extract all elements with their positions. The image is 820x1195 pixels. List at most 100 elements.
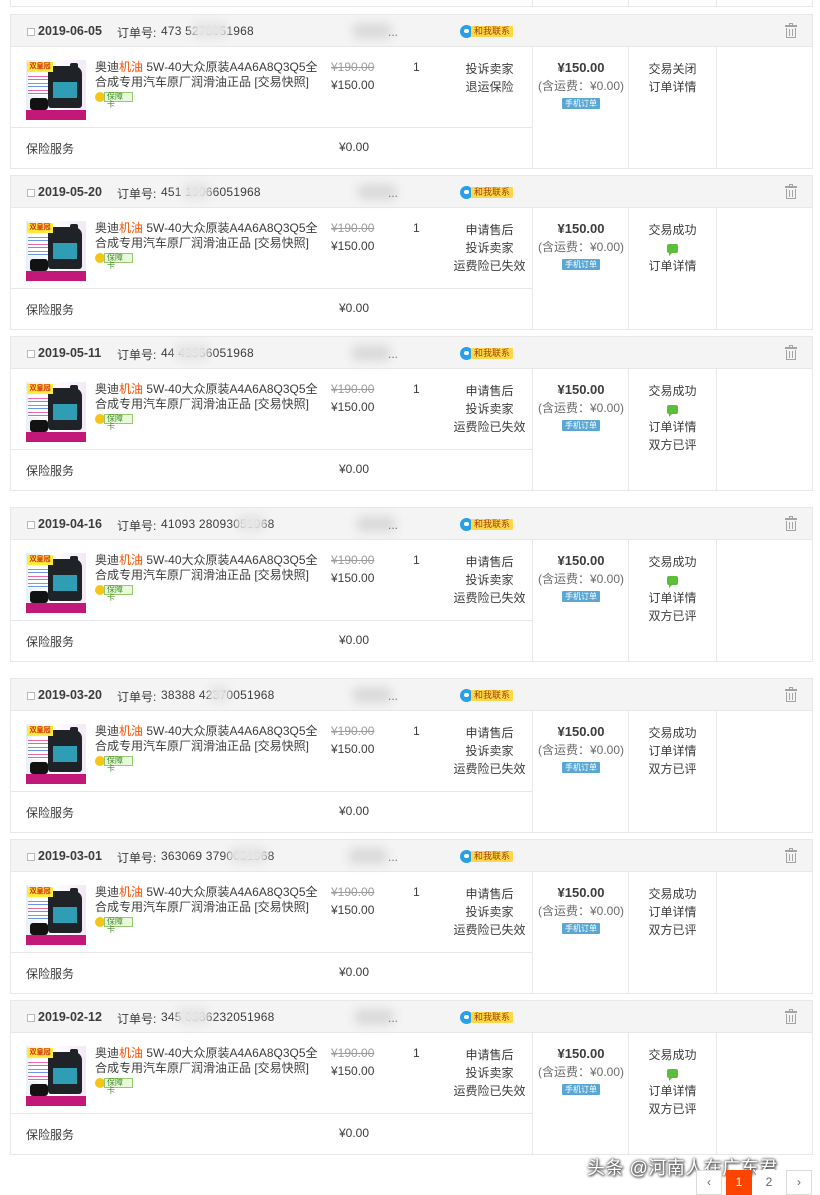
contact-seller-button[interactable]: 和我联系 bbox=[460, 347, 514, 360]
after-sale-action-link[interactable]: 申请售后 bbox=[447, 382, 532, 400]
guarantee-card-badge[interactable]: 保障卡 bbox=[95, 916, 133, 934]
order-checkbox[interactable] bbox=[27, 1014, 35, 1022]
order-detail-link[interactable]: 订单详情 bbox=[629, 903, 716, 921]
oil-bottle-cap bbox=[70, 1049, 78, 1055]
order-checkbox[interactable] bbox=[27, 28, 35, 36]
insurance-service-label: 保险服务 bbox=[26, 303, 75, 317]
wechat-share-icon[interactable] bbox=[667, 1069, 678, 1082]
column-divider bbox=[532, 540, 533, 661]
after-sale-action-link[interactable]: 申请售后 bbox=[447, 724, 532, 742]
after-sale-action-link[interactable]: 运费险已失效 bbox=[447, 418, 532, 436]
page-1-button[interactable]: 1 bbox=[726, 1170, 752, 1195]
after-sale-action-link[interactable]: 投诉卖家 bbox=[447, 60, 532, 78]
unit-price: ¥150.00 bbox=[331, 400, 375, 414]
contact-seller-button[interactable]: 和我联系 bbox=[460, 689, 514, 702]
thumbnail-badge: 双皇冠 bbox=[27, 223, 53, 233]
trash-lid bbox=[785, 518, 797, 520]
order-checkbox[interactable] bbox=[27, 350, 35, 358]
original-price: ¥190.00 bbox=[331, 1046, 375, 1060]
contact-seller-button[interactable]: 和我联系 bbox=[460, 850, 514, 863]
order-detail-link[interactable]: 订单详情 bbox=[629, 742, 716, 760]
guarantee-card-badge[interactable]: 保障卡 bbox=[95, 413, 133, 431]
after-sale-action-link[interactable]: 申请售后 bbox=[447, 885, 532, 903]
wechat-share-icon[interactable] bbox=[667, 576, 678, 589]
both-rated-link[interactable]: 双方已评 bbox=[629, 1100, 716, 1118]
product-title-link[interactable]: 奥迪机油 5W-40大众原装A4A6A8Q3Q5全合成专用汽车原厂润滑油正品 [… bbox=[95, 1046, 320, 1076]
product-title-link[interactable]: 奥迪机油 5W-40大众原装A4A6A8Q3Q5全合成专用汽车原厂润滑油正品 [… bbox=[95, 885, 320, 915]
after-sale-action-link[interactable]: 运费险已失效 bbox=[447, 257, 532, 275]
order-detail-link[interactable]: 订单详情 bbox=[629, 589, 716, 607]
order-detail-link[interactable]: 订单详情 bbox=[629, 257, 716, 275]
product-thumbnail[interactable]: 双皇冠 bbox=[26, 221, 86, 281]
order-detail-link[interactable]: 订单详情 bbox=[629, 418, 716, 436]
trash-icon[interactable] bbox=[785, 345, 797, 360]
row-divider bbox=[11, 1113, 533, 1114]
product-title-link[interactable]: 奥迪机油 5W-40大众原装A4A6A8Q3Q5全合成专用汽车原厂润滑油正品 [… bbox=[95, 60, 320, 90]
trash-icon[interactable] bbox=[785, 1009, 797, 1024]
product-title-link[interactable]: 奥迪机油 5W-40大众原装A4A6A8Q3Q5全合成专用汽车原厂润滑油正品 [… bbox=[95, 553, 320, 583]
order-checkbox[interactable] bbox=[27, 521, 35, 529]
order-detail-link[interactable]: 订单详情 bbox=[629, 1082, 716, 1100]
guarantee-card-badge[interactable]: 保障卡 bbox=[95, 584, 133, 602]
trash-icon[interactable] bbox=[785, 687, 797, 702]
contact-seller-button[interactable]: 和我联系 bbox=[460, 25, 514, 38]
after-sale-action-link[interactable]: 运费险已失效 bbox=[447, 589, 532, 607]
after-sale-action-link[interactable]: 投诉卖家 bbox=[447, 1064, 532, 1082]
product-title-link[interactable]: 奥迪机油 5W-40大众原装A4A6A8Q3Q5全合成专用汽车原厂润滑油正品 [… bbox=[95, 221, 320, 251]
both-rated-link[interactable]: 双方已评 bbox=[629, 921, 716, 939]
trash-icon[interactable] bbox=[785, 516, 797, 531]
product-title-link[interactable]: 奥迪机油 5W-40大众原装A4A6A8Q3Q5全合成专用汽车原厂润滑油正品 [… bbox=[95, 724, 320, 754]
guarantee-card-badge[interactable]: 保障卡 bbox=[95, 1077, 133, 1095]
order-checkbox[interactable] bbox=[27, 189, 35, 197]
after-sale-action-link[interactable]: 运费险已失效 bbox=[447, 921, 532, 939]
shipping-fee-note: (含运费：¥0.00) bbox=[537, 743, 625, 757]
guarantee-card-badge[interactable]: 保障卡 bbox=[95, 91, 133, 109]
product-thumbnail[interactable]: 双皇冠 bbox=[26, 553, 86, 613]
after-sale-action-link[interactable]: 投诉卖家 bbox=[447, 903, 532, 921]
after-sale-actions: 申请售后 投诉卖家 运费险已失效 bbox=[447, 885, 532, 939]
after-sale-action-link[interactable]: 投诉卖家 bbox=[447, 239, 532, 257]
after-sale-action-link[interactable]: 申请售后 bbox=[447, 221, 532, 239]
both-rated-link[interactable]: 双方已评 bbox=[629, 607, 716, 625]
after-sale-action-link[interactable]: 投诉卖家 bbox=[447, 742, 532, 760]
product-thumbnail[interactable]: 双皇冠 bbox=[26, 724, 86, 784]
order-total: ¥150.00 (含运费：¥0.00) 手机订单 bbox=[534, 723, 628, 773]
both-rated-link[interactable]: 双方已评 bbox=[629, 436, 716, 454]
guarantee-card-badge[interactable]: 保障卡 bbox=[95, 755, 133, 773]
both-rated-link[interactable]: 双方已评 bbox=[629, 760, 716, 778]
product-thumbnail[interactable]: 双皇冠 bbox=[26, 382, 86, 442]
after-sale-action-link[interactable]: 运费险已失效 bbox=[447, 760, 532, 778]
page-2-button[interactable]: 2 bbox=[756, 1170, 782, 1195]
after-sale-action-link[interactable]: 投诉卖家 bbox=[447, 400, 532, 418]
after-sale-action-link[interactable]: 申请售后 bbox=[447, 1046, 532, 1064]
product-thumbnail[interactable]: 双皇冠 bbox=[26, 885, 86, 945]
trash-icon[interactable] bbox=[785, 184, 797, 199]
product-thumbnail[interactable]: 双皇冠 bbox=[26, 1046, 86, 1106]
product-title-link[interactable]: 奥迪机油 5W-40大众原装A4A6A8Q3Q5全合成专用汽车原厂润滑油正品 [… bbox=[95, 382, 320, 412]
prev-page-button[interactable]: ‹ bbox=[696, 1170, 722, 1195]
after-sale-action-link[interactable]: 申请售后 bbox=[447, 553, 532, 571]
after-sale-action-link[interactable]: 投诉卖家 bbox=[447, 571, 532, 589]
after-sale-action-link[interactable]: 退运保险 bbox=[447, 78, 532, 96]
wechat-share-icon[interactable] bbox=[667, 405, 678, 418]
after-sale-action-link[interactable]: 运费险已失效 bbox=[447, 1082, 532, 1100]
contact-seller-button[interactable]: 和我联系 bbox=[460, 186, 514, 199]
next-page-button[interactable]: › bbox=[786, 1170, 812, 1195]
order-status: 交易成功 订单详情 双方已评 bbox=[629, 1046, 716, 1118]
trash-icon[interactable] bbox=[785, 848, 797, 863]
wechat-share-icon[interactable] bbox=[667, 244, 678, 257]
order-header: 2019-05-20 订单号: 451 19066051968... 和我联系 bbox=[11, 176, 812, 208]
order-checkbox[interactable] bbox=[27, 692, 35, 700]
order-card: 2019-03-20 订单号: 38388 42370051968... 和我联系 双皇… bbox=[10, 678, 813, 833]
product-title-highlight: 机油 bbox=[119, 1046, 144, 1060]
after-sale-actions: 申请售后 投诉卖家 运费险已失效 bbox=[447, 382, 532, 436]
trash-lid bbox=[785, 1011, 797, 1013]
product-thumbnail[interactable]: 双皇冠 bbox=[26, 60, 86, 120]
guarantee-card-badge[interactable]: 保障卡 bbox=[95, 252, 133, 270]
contact-seller-button[interactable]: 和我联系 bbox=[460, 1011, 514, 1024]
order-checkbox[interactable] bbox=[27, 853, 35, 861]
order-detail-link[interactable]: 订单详情 bbox=[629, 78, 716, 96]
contact-seller-button[interactable]: 和我联系 bbox=[460, 518, 514, 531]
order-total-amount: ¥150.00 bbox=[557, 382, 605, 397]
trash-icon[interactable] bbox=[785, 23, 797, 38]
